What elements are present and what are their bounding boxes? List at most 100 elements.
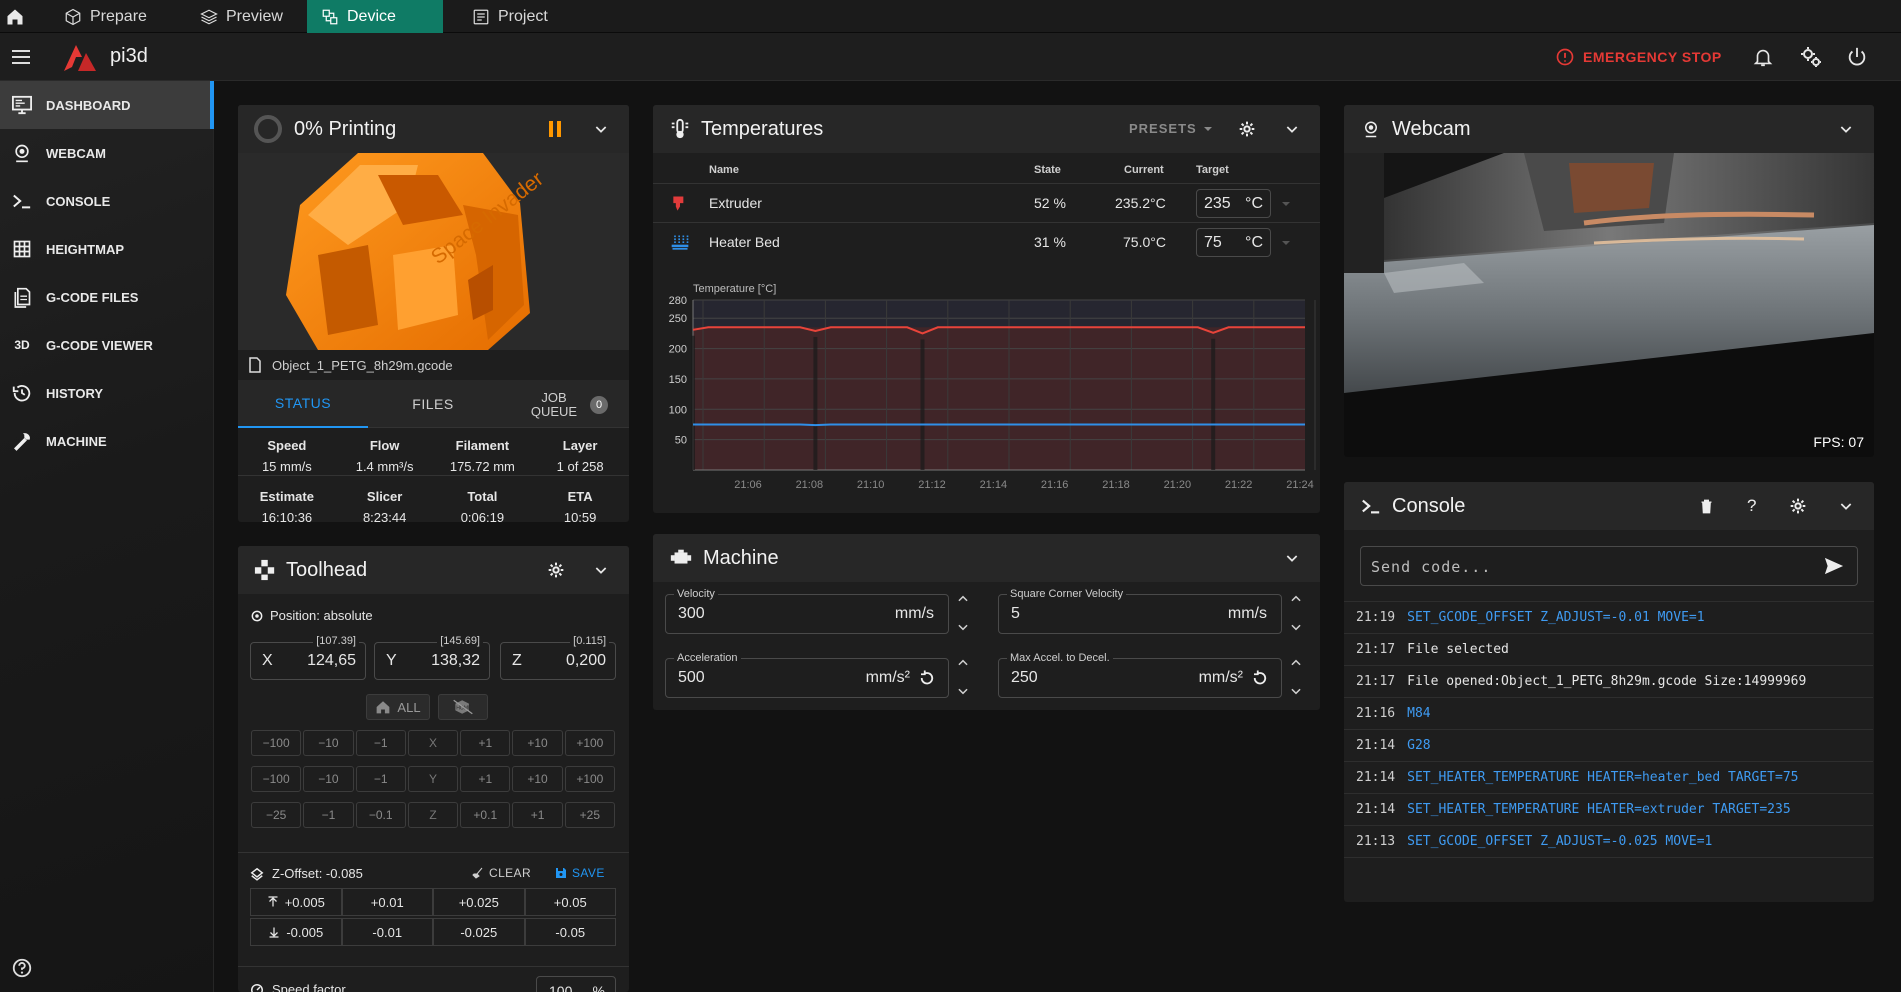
field-label: Velocity <box>674 588 718 600</box>
sidebar-item-machine[interactable]: MACHINE <box>0 417 214 465</box>
chevron-down-icon[interactable] <box>956 620 970 634</box>
max-accel-to-decel-input[interactable]: Max Accel. to Decel. 250 mm/s² <box>998 652 1282 698</box>
power-icon[interactable] <box>1846 45 1868 69</box>
emergency-stop-button[interactable]: EMERGENCY STOP <box>1555 45 1722 69</box>
console-command[interactable]: G28 <box>1407 738 1430 753</box>
jog-button[interactable]: −0.1 <box>355 802 406 828</box>
z-offset-up-button[interactable]: +0.025 <box>433 888 525 916</box>
sidebar-item-dashboard[interactable]: DASHBOARD <box>0 81 214 129</box>
extruder-target-input[interactable]: 235 °C <box>1196 189 1271 218</box>
jog-button[interactable]: −100 <box>251 766 302 792</box>
sidebar-item-heightmap[interactable]: HEIGHTMAP <box>0 225 214 273</box>
jog-button[interactable]: +25 <box>564 802 615 828</box>
help-button[interactable]: ? <box>1747 496 1756 516</box>
chevron-down-icon[interactable] <box>956 684 970 698</box>
jog-button[interactable]: −1 <box>303 802 354 828</box>
square-corner-velocity-input[interactable]: Square Corner Velocity 5 mm/s <box>998 588 1282 634</box>
chevron-down-icon[interactable] <box>593 562 609 578</box>
tab-preview[interactable]: Preview <box>186 0 306 33</box>
help-icon[interactable] <box>11 957 33 979</box>
jog-button[interactable]: +1 <box>460 766 511 792</box>
z-offset-down-button[interactable]: -0.025 <box>433 918 525 946</box>
jog-button[interactable]: +1 <box>512 802 563 828</box>
jog-button[interactable]: +1 <box>460 730 511 756</box>
caret-down-icon[interactable] <box>1281 199 1291 209</box>
jog-button[interactable]: +100 <box>564 766 615 792</box>
z-offset-down-button[interactable]: -0.01 <box>341 918 433 946</box>
chevron-down-icon[interactable] <box>1289 620 1303 634</box>
velocity-input[interactable]: Velocity 300 mm/s <box>665 588 949 634</box>
sidebar-item-history[interactable]: HISTORY <box>0 369 214 417</box>
settings-icon[interactable] <box>1799 45 1823 69</box>
chevron-down-icon[interactable] <box>1838 498 1854 514</box>
z-offset-down-button[interactable]: -0.005 <box>250 918 342 946</box>
console-input[interactable]: Send code... <box>1360 546 1858 586</box>
home-tab[interactable] <box>0 0 30 33</box>
console-command[interactable]: SET_GCODE_OFFSET Z_ADJUST=-0.01 MOVE=1 <box>1407 610 1704 625</box>
pause-icon[interactable] <box>547 119 563 139</box>
tab-job-queue[interactable]: JOB QUEUE 0 <box>500 380 629 428</box>
home-all-button[interactable]: ALL <box>366 694 430 720</box>
console-command[interactable]: SET_GCODE_OFFSET Z_ADJUST=-0.025 MOVE=1 <box>1407 834 1712 849</box>
jog-button[interactable]: −1 <box>355 766 406 792</box>
chevron-down-icon[interactable] <box>593 121 609 137</box>
tab-device[interactable]: Device <box>307 0 443 33</box>
caret-down-icon[interactable] <box>1281 238 1291 248</box>
gear-icon[interactable] <box>1239 121 1255 137</box>
chevron-down-icon[interactable] <box>1284 550 1300 566</box>
jog-button[interactable]: +100 <box>564 730 615 756</box>
z-offset-up-button[interactable]: +0.05 <box>524 888 616 916</box>
send-icon[interactable] <box>1823 556 1845 576</box>
console-command[interactable]: SET_HEATER_TEMPERATURE HEATER=heater_bed… <box>1407 770 1798 785</box>
jog-button[interactable]: −25 <box>251 802 302 828</box>
speed-factor-input[interactable]: 100 % <box>536 976 616 992</box>
jog-button[interactable]: +10 <box>512 730 563 756</box>
chevron-down-icon[interactable] <box>1289 684 1303 698</box>
chevron-down-icon[interactable] <box>1838 121 1854 137</box>
reset-icon[interactable] <box>918 669 936 687</box>
jog-button[interactable]: −100 <box>251 730 302 756</box>
chevron-up-icon[interactable] <box>1289 656 1303 670</box>
z-offset-up-button[interactable]: +0.005 <box>250 888 342 916</box>
console-command[interactable]: SET_HEATER_TEMPERATURE HEATER=extruder T… <box>1407 802 1791 817</box>
presets-button[interactable]: PRESETS <box>1129 121 1213 136</box>
tab-files[interactable]: FILES <box>368 380 498 428</box>
z-offset-up-button[interactable]: +0.01 <box>341 888 433 916</box>
tab-project[interactable]: Project <box>458 0 588 33</box>
z-position-field[interactable]: [0.115] Z 0,200 <box>500 635 616 680</box>
tab-label: Project <box>498 7 548 25</box>
z-offset-step-label: +0.01 <box>370 894 404 910</box>
sidebar-item-gcode-files[interactable]: G-CODE FILES <box>0 273 214 321</box>
menu-icon[interactable] <box>12 47 32 67</box>
z-offset-save-button[interactable]: SAVE <box>555 866 605 880</box>
gear-icon[interactable] <box>1790 498 1806 514</box>
z-offset-clear-button[interactable]: CLEAR <box>472 866 531 880</box>
jog-button[interactable]: +10 <box>512 766 563 792</box>
x-position-field[interactable]: [107.39] X 124,65 <box>250 635 366 680</box>
chevron-up-icon[interactable] <box>1289 592 1303 606</box>
sidebar-item-console[interactable]: CONSOLE <box>0 177 214 225</box>
chevron-down-icon[interactable] <box>1284 121 1300 137</box>
bell-icon[interactable] <box>1752 45 1774 69</box>
tab-status[interactable]: STATUS <box>238 380 368 428</box>
heater-bed-target-input[interactable]: 75 °C <box>1196 228 1271 257</box>
y-actual: [145.69] <box>437 635 483 647</box>
y-position-field[interactable]: [145.69] Y 138,32 <box>374 635 490 680</box>
sidebar-item-gcode-viewer[interactable]: 3D G-CODE VIEWER <box>0 321 214 369</box>
jog-button[interactable]: −1 <box>355 730 406 756</box>
gear-icon[interactable] <box>548 562 564 578</box>
chevron-up-icon[interactable] <box>956 592 970 606</box>
console-command[interactable]: M84 <box>1407 706 1430 721</box>
jog-button[interactable]: −10 <box>303 766 354 792</box>
sidebar-item-webcam[interactable]: WEBCAM <box>0 129 214 177</box>
z-offset-down-button[interactable]: -0.05 <box>524 918 616 946</box>
position-mode[interactable]: Position: absolute <box>250 608 373 623</box>
acceleration-input[interactable]: Acceleration 500 mm/s² <box>665 652 949 698</box>
jog-button[interactable]: −10 <box>303 730 354 756</box>
motors-off-button[interactable]: HOME <box>438 694 488 720</box>
reset-icon[interactable] <box>1251 669 1269 687</box>
trash-icon[interactable] <box>1700 499 1713 514</box>
tab-prepare[interactable]: Prepare <box>50 0 190 33</box>
jog-button[interactable]: +0.1 <box>460 802 511 828</box>
chevron-up-icon[interactable] <box>956 656 970 670</box>
